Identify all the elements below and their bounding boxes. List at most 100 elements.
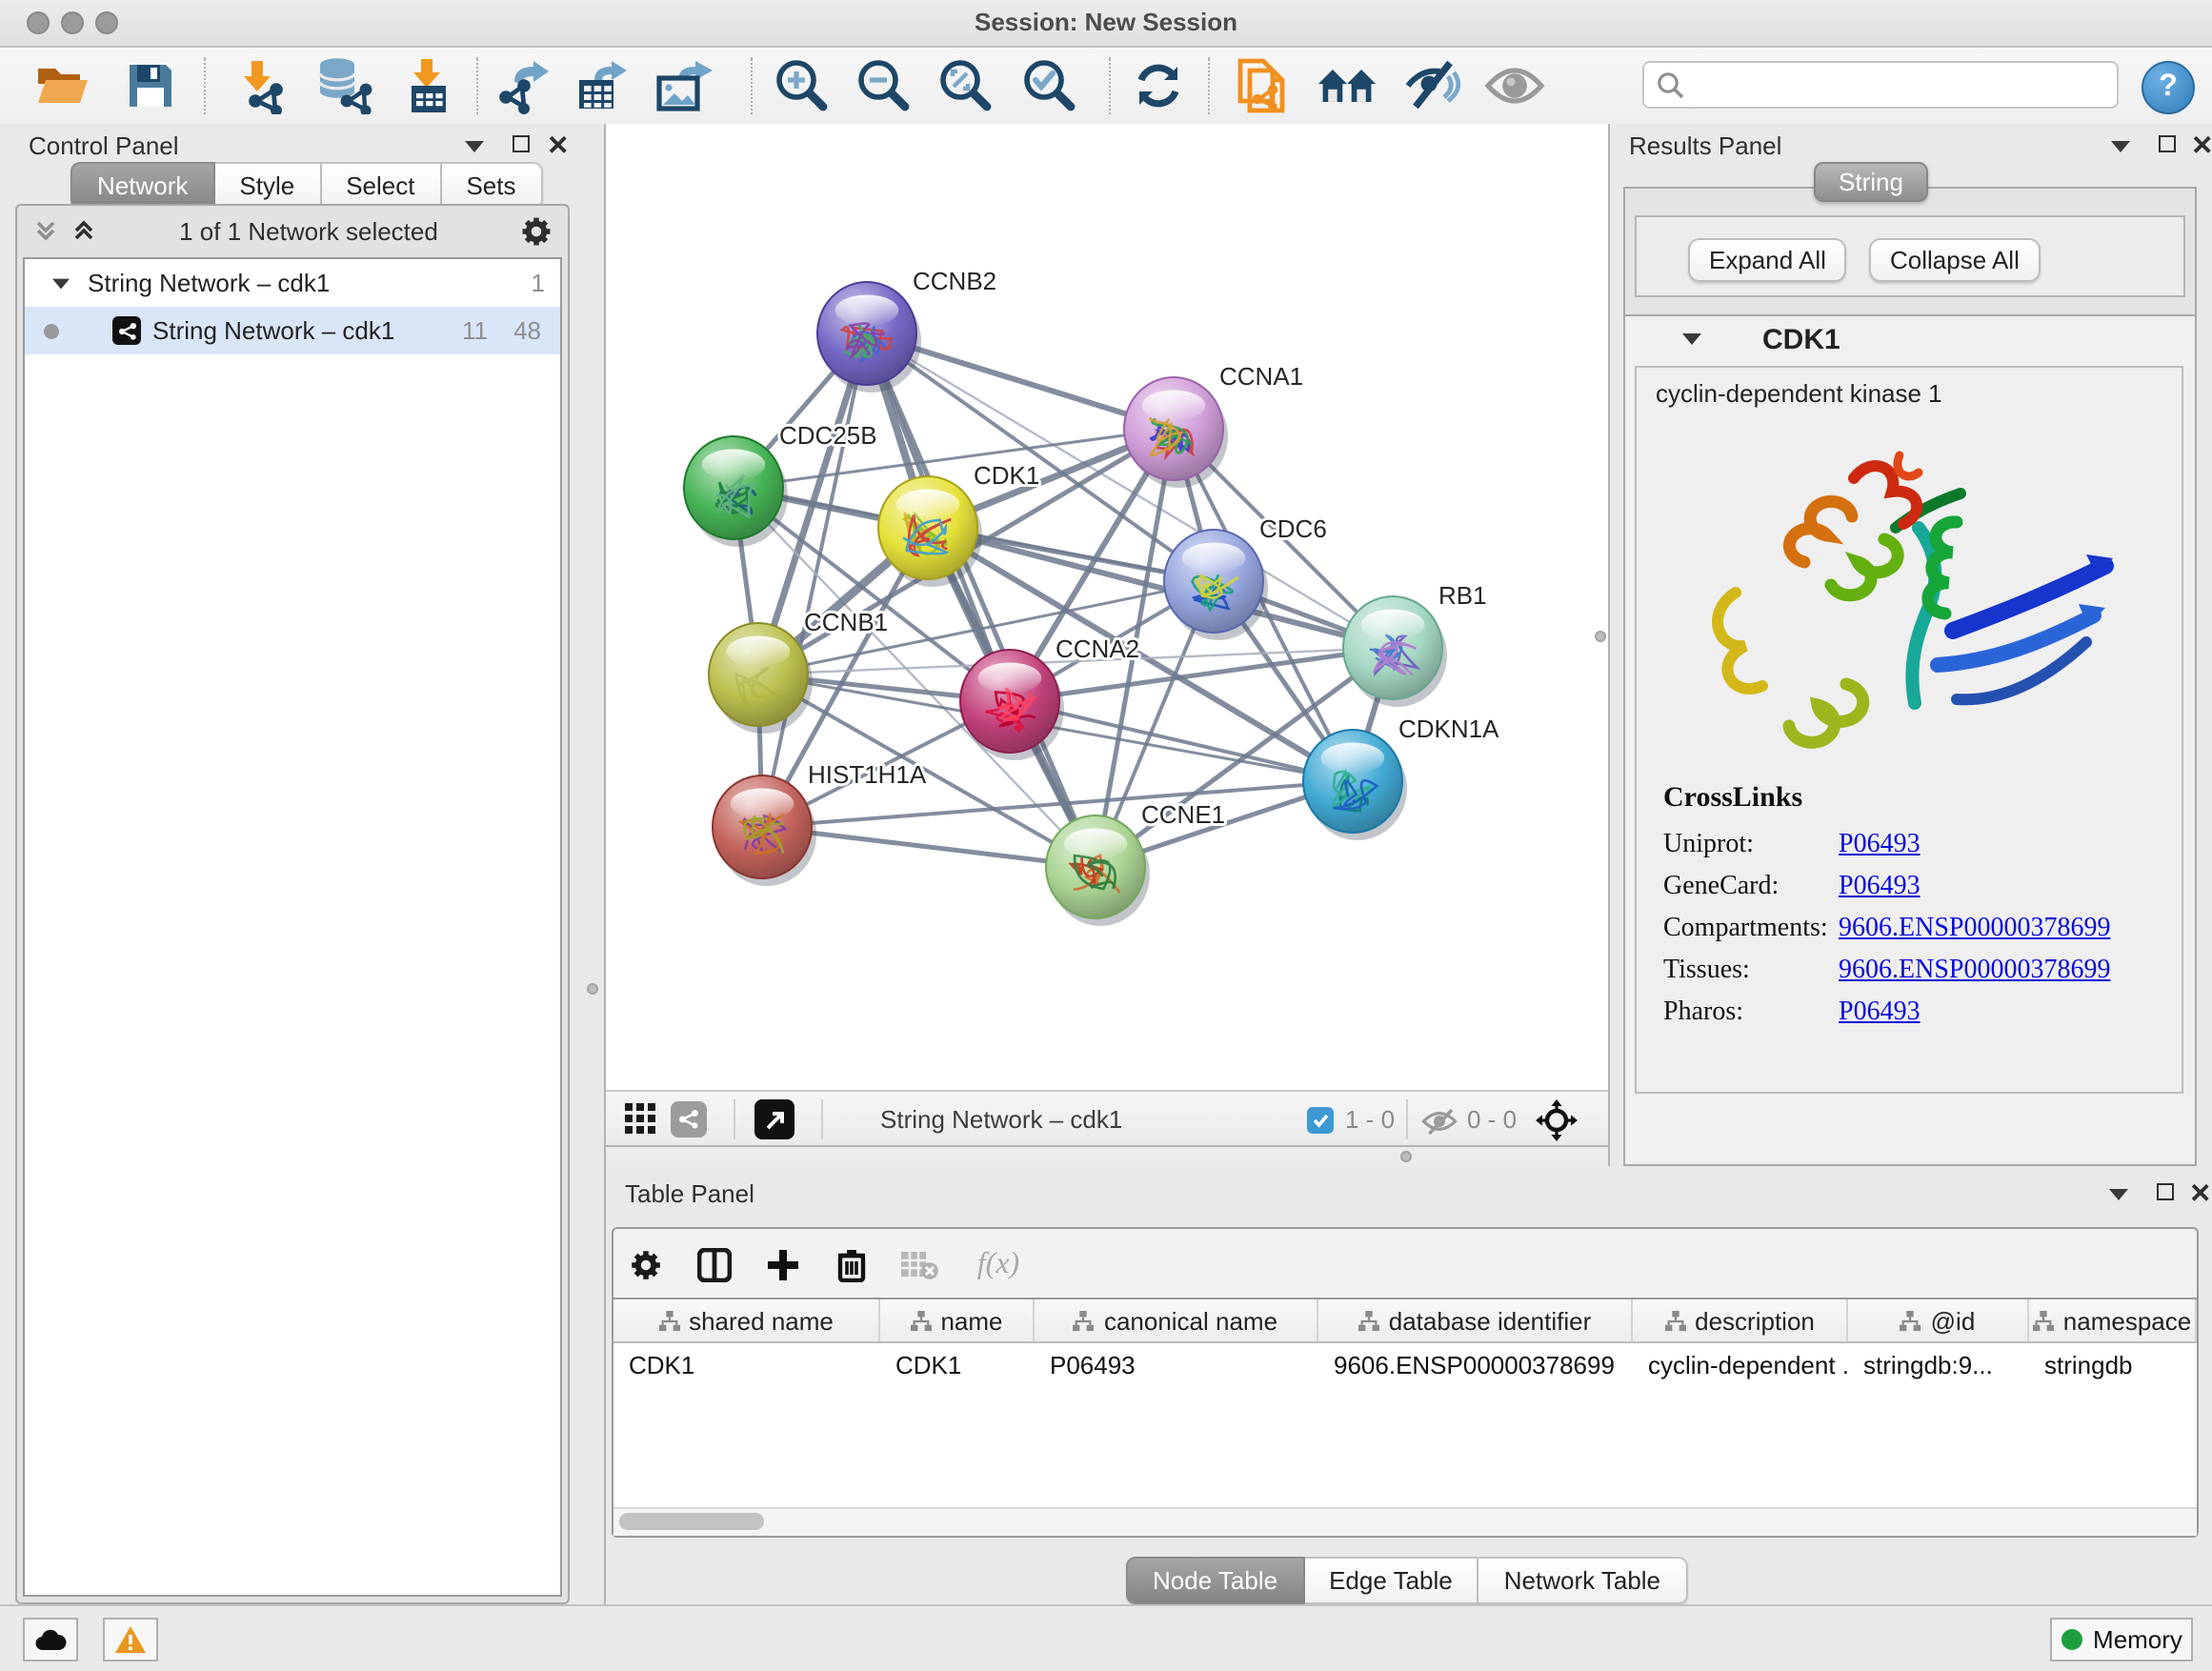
close-panel-icon[interactable]: ✕ bbox=[2189, 1183, 2211, 1202]
column-header-namespace[interactable]: namespace bbox=[2029, 1299, 2197, 1341]
column-header-canonicalname[interactable]: canonical name bbox=[1035, 1299, 1318, 1341]
panel-menu-icon[interactable] bbox=[2109, 1189, 2128, 1200]
export-image-button[interactable] bbox=[652, 55, 713, 116]
panel-menu-icon[interactable] bbox=[2111, 141, 2130, 152]
gene-card-header[interactable]: CDK1 bbox=[1625, 316, 2195, 362]
table-cell[interactable]: stringdb bbox=[2029, 1351, 2197, 1379]
zoom-selected-button[interactable] bbox=[1017, 55, 1078, 116]
tab-edge-table[interactable]: Edge Table bbox=[1304, 1557, 1479, 1604]
hide-selected-button[interactable] bbox=[1402, 55, 1463, 116]
network-edge[interactable] bbox=[928, 528, 1393, 648]
network-collection-row[interactable]: String Network – cdk1 1 bbox=[25, 259, 560, 307]
column-header-id[interactable]: @id bbox=[1848, 1299, 2029, 1341]
gene-disclosure-icon[interactable] bbox=[1682, 333, 1701, 345]
tab-style[interactable]: Style bbox=[214, 162, 321, 210]
network-node-CCNA1[interactable]: CCNA1 bbox=[1124, 362, 1303, 488]
home-networks-button[interactable] bbox=[1317, 55, 1377, 116]
network-node-CDC25B[interactable]: CDC25B bbox=[684, 421, 877, 547]
show-eye-button[interactable] bbox=[1484, 55, 1545, 116]
tab-node-table[interactable]: Node Table bbox=[1126, 1557, 1304, 1604]
window-title: Session: New Session bbox=[0, 8, 2212, 36]
column-header-sharedname[interactable]: shared name bbox=[613, 1299, 880, 1341]
float-panel-icon[interactable] bbox=[2159, 135, 2176, 152]
table-cell[interactable]: stringdb:9... bbox=[1848, 1351, 2029, 1379]
import-network-database-button[interactable] bbox=[312, 55, 373, 116]
tab-select[interactable]: Select bbox=[321, 162, 441, 210]
float-panel-icon[interactable] bbox=[2157, 1183, 2174, 1200]
tab-network[interactable]: Network bbox=[70, 162, 214, 210]
close-panel-icon[interactable]: ✕ bbox=[2191, 135, 2212, 154]
tab-string[interactable]: String bbox=[1814, 162, 1928, 202]
zoom-in-button[interactable] bbox=[770, 55, 831, 116]
import-network-file-button[interactable] bbox=[229, 55, 290, 116]
network-node-CDC6[interactable]: CDC6 bbox=[1164, 514, 1327, 640]
delete-table-button[interactable] bbox=[897, 1242, 943, 1288]
import-table-icon bbox=[398, 57, 455, 114]
vertical-splitter-handle[interactable] bbox=[587, 983, 598, 995]
crosslink-link[interactable]: 9606.ENSP00000378699 bbox=[1839, 956, 2110, 987]
column-header-description[interactable]: description bbox=[1633, 1299, 1848, 1341]
expand-all-button[interactable]: Expand All bbox=[1688, 238, 1847, 282]
zoom-out-button[interactable] bbox=[852, 55, 913, 116]
grid-view-icon[interactable] bbox=[625, 1103, 657, 1136]
crosslink-link[interactable]: P06493 bbox=[1839, 998, 1920, 1029]
table-cell[interactable]: 9606.ENSP00000378699 bbox=[1318, 1351, 1633, 1379]
table-horizontal-scrollbar[interactable] bbox=[613, 1507, 2197, 1536]
table-settings-button[interactable] bbox=[623, 1242, 669, 1288]
table-cell[interactable]: CDK1 bbox=[880, 1351, 1035, 1379]
column-header-name[interactable]: name bbox=[880, 1299, 1035, 1341]
network-node-CDKN1A[interactable]: CDKN1A bbox=[1303, 715, 1499, 840]
export-table-button[interactable] bbox=[570, 55, 631, 116]
table-row[interactable]: CDK1CDK1P064939606.ENSP00000378699cyclin… bbox=[613, 1343, 2197, 1387]
node-table-container: f(x) shared namenamecanonical namedataba… bbox=[612, 1227, 2199, 1538]
crosslink-link[interactable]: 9606.ENSP00000378699 bbox=[1839, 915, 2110, 945]
table-cell[interactable]: CDK1 bbox=[613, 1351, 880, 1379]
network-node-RB1[interactable]: RB1 bbox=[1343, 581, 1487, 707]
delete-column-button[interactable] bbox=[829, 1242, 875, 1288]
add-column-button[interactable] bbox=[760, 1242, 806, 1288]
pan-crosshair-icon[interactable] bbox=[1536, 1099, 1578, 1141]
document-network-button[interactable] bbox=[1231, 55, 1292, 116]
table-cell[interactable]: P06493 bbox=[1035, 1351, 1318, 1379]
help-button[interactable]: ? bbox=[2142, 61, 2195, 114]
network-canvas[interactable]: CCNB2CCNA1CDC25BCDK1CDC6RB1CCNB1CCNA2CDK… bbox=[606, 124, 1608, 1090]
crosslink-link[interactable]: P06493 bbox=[1839, 831, 1920, 861]
crosslink-link[interactable]: P06493 bbox=[1839, 873, 1920, 903]
tab-network-table[interactable]: Network Table bbox=[1479, 1557, 1687, 1604]
network-node-CCNB2[interactable]: CCNB2 bbox=[817, 267, 996, 393]
collapse-all-icon[interactable] bbox=[32, 217, 59, 244]
panel-menu-icon[interactable] bbox=[465, 141, 484, 152]
birds-eye-view-icon[interactable] bbox=[754, 1099, 794, 1139]
memory-button[interactable]: Memory bbox=[2050, 1618, 2193, 1661]
close-panel-icon[interactable]: ✕ bbox=[547, 135, 569, 154]
float-panel-icon[interactable] bbox=[513, 135, 530, 152]
collapse-all-button[interactable]: Collapse All bbox=[1869, 238, 2041, 282]
function-builder-button[interactable]: f(x) bbox=[968, 1242, 1029, 1288]
network-share-icon[interactable] bbox=[671, 1101, 707, 1137]
refresh-button[interactable] bbox=[1128, 55, 1189, 116]
selected-checkbox-icon[interactable] bbox=[1307, 1107, 1334, 1134]
open-session-button[interactable] bbox=[32, 55, 93, 116]
export-image-icon bbox=[652, 57, 713, 114]
import-table-file-button[interactable] bbox=[396, 55, 457, 116]
expand-all-icon[interactable] bbox=[70, 217, 97, 244]
right-splitter-handle[interactable] bbox=[1595, 631, 1606, 642]
scrollbar-thumb[interactable] bbox=[619, 1513, 764, 1530]
show-columns-button[interactable] bbox=[692, 1242, 737, 1288]
zoom-fit-button[interactable] bbox=[934, 55, 995, 116]
network-view[interactable]: CCNB2CCNA1CDC25BCDK1CDC6RB1CCNB1CCNA2CDK… bbox=[606, 124, 1608, 1090]
warnings-button[interactable] bbox=[103, 1618, 158, 1661]
tab-sets[interactable]: Sets bbox=[441, 162, 542, 210]
collection-disclosure-icon[interactable] bbox=[52, 278, 70, 289]
export-network-button[interactable] bbox=[497, 55, 558, 116]
save-session-button[interactable] bbox=[120, 55, 181, 116]
horizontal-splitter-handle[interactable] bbox=[1400, 1151, 1412, 1162]
gear-icon[interactable] bbox=[520, 214, 553, 247]
table-cell[interactable]: cyclin-dependent ... bbox=[1633, 1351, 1848, 1379]
network-tab-content: 1 of 1 Network selected String Network –… bbox=[15, 204, 570, 1604]
plus-icon bbox=[766, 1248, 800, 1282]
column-header-databaseidentifier[interactable]: database identifier bbox=[1318, 1299, 1633, 1341]
cloud-status-button[interactable] bbox=[23, 1618, 78, 1661]
network-row-selected[interactable]: String Network – cdk1 11 48 bbox=[25, 307, 560, 354]
search-input[interactable] bbox=[1686, 71, 2117, 98]
